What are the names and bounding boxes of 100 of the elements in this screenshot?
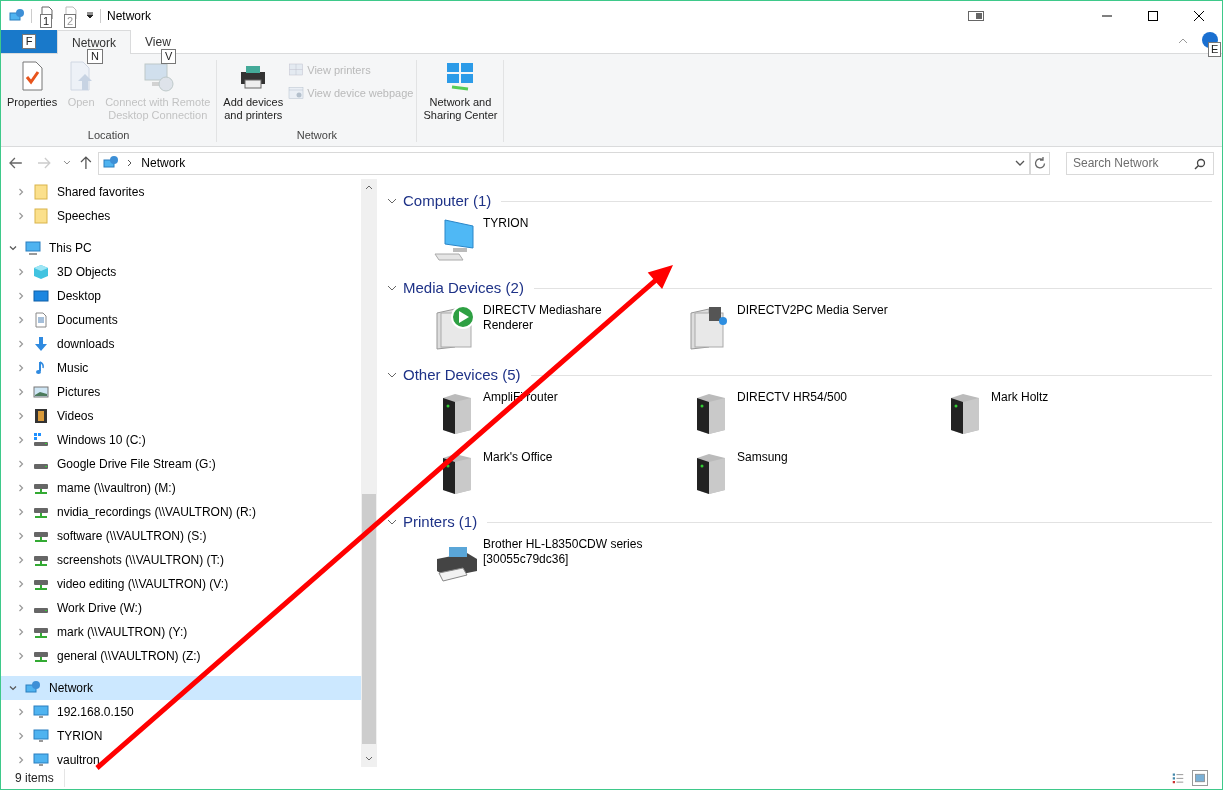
- nav-label: screenshots (\\VAULTRON) (T:): [57, 552, 224, 569]
- nav-item[interactable]: mark (\\VAULTRON) (Y:): [1, 620, 361, 644]
- chevron-right-icon[interactable]: [17, 708, 25, 716]
- nav-item[interactable]: 192.168.0.150: [1, 700, 361, 724]
- chevron-right-icon[interactable]: [17, 604, 25, 612]
- chevron-right-icon[interactable]: [17, 340, 25, 348]
- nav-item[interactable]: Documents: [1, 308, 361, 332]
- nav-label: general (\\VAULTRON) (Z:): [57, 648, 201, 665]
- ribbon-button[interactable]: Network and Sharing Center: [420, 60, 501, 122]
- device-item[interactable]: TYRION: [433, 216, 687, 276]
- device-item[interactable]: DIRECTV2PC Media Server: [687, 303, 941, 363]
- chevron-right-icon[interactable]: [17, 460, 25, 468]
- chevron-right-icon[interactable]: [17, 652, 25, 660]
- forward-arrow-icon[interactable]: [36, 157, 51, 169]
- chevron-down-icon[interactable]: [9, 684, 17, 692]
- file-tab[interactable]: F: [1, 30, 57, 53]
- search-field[interactable]: Search Network: [1066, 151, 1214, 175]
- nav-item[interactable]: TYRION: [1, 724, 361, 748]
- group-header[interactable]: Other Devices (5): [403, 363, 521, 387]
- desktop-icon: [33, 288, 49, 304]
- group-header[interactable]: Media Devices (2): [403, 276, 524, 300]
- chevron-right-icon[interactable]: [17, 732, 25, 740]
- nav-item[interactable]: screenshots (\\VAULTRON) (T:): [1, 548, 361, 572]
- nav-item[interactable]: Windows 10 (C:): [1, 428, 361, 452]
- nav-item[interactable]: software (\\VAULTRON) (S:): [1, 524, 361, 548]
- chevron-right-icon[interactable]: [17, 188, 25, 196]
- collapse-ribbon-icon[interactable]: [1178, 37, 1188, 45]
- chevron-right-icon[interactable]: [17, 436, 25, 444]
- chevron-down-icon[interactable]: [387, 518, 397, 526]
- scroll-down-icon[interactable]: [365, 756, 373, 762]
- ribbon-button[interactable]: Properties: [4, 60, 61, 109]
- chevron-right-icon[interactable]: [17, 556, 25, 564]
- monitor-icon: [33, 728, 49, 744]
- nav-item[interactable]: Speeches: [1, 204, 361, 228]
- nav-label: Network: [49, 680, 93, 697]
- nav-label: Speeches: [57, 208, 111, 225]
- nav-item[interactable]: Music: [1, 356, 361, 380]
- nav-item[interactable]: general (\\VAULTRON) (Z:): [1, 644, 361, 668]
- scrollbar[interactable]: [361, 179, 377, 767]
- device-item[interactable]: DIRECTV HR54/500: [687, 390, 941, 450]
- nav-item[interactable]: vaultron: [1, 748, 361, 767]
- refresh-button[interactable]: [1030, 151, 1050, 175]
- nav-label: 192.168.0.150: [57, 704, 134, 721]
- nav-label: Work Drive (W:): [57, 600, 142, 617]
- device-item[interactable]: Samsung: [687, 450, 941, 510]
- nav-item[interactable]: 3D Objects: [1, 260, 361, 284]
- device-item[interactable]: Mark's Office: [433, 450, 687, 510]
- nav-item[interactable]: Work Drive (W:): [1, 596, 361, 620]
- chevron-right-icon[interactable]: [17, 412, 25, 420]
- group-header[interactable]: Printers (1): [403, 510, 478, 534]
- nav-item[interactable]: video editing (\\VAULTRON) (V:): [1, 572, 361, 596]
- nav-label: Windows 10 (C:): [57, 432, 146, 449]
- nav-item[interactable]: Pictures: [1, 380, 361, 404]
- chevron-right-icon[interactable]: [17, 580, 25, 588]
- dropdown-caret-icon[interactable]: [86, 12, 94, 20]
- device-item[interactable]: Mark Holtz: [941, 390, 1195, 450]
- nav-item[interactable]: nvidia_recordings (\\VAULTRON) (R:): [1, 500, 361, 524]
- chevron-right-icon[interactable]: [17, 532, 25, 540]
- nav-item[interactable]: This PC: [1, 236, 361, 260]
- chevron-right-icon[interactable]: [17, 628, 25, 636]
- refresh-icon: [1034, 157, 1047, 169]
- device-item[interactable]: DIRECTV Mediashare Renderer: [433, 303, 687, 363]
- chevron-right-icon[interactable]: [17, 756, 25, 764]
- chevron-down-icon[interactable]: [387, 284, 397, 292]
- large-icons-view-icon[interactable]: [1192, 770, 1208, 786]
- recent-dropdown-icon[interactable]: [62, 160, 71, 166]
- chevron-down-icon[interactable]: [387, 371, 397, 379]
- tablet-mode-icon[interactable]: [968, 11, 984, 21]
- scroll-up-icon[interactable]: [365, 184, 373, 190]
- group-header[interactable]: Computer (1): [403, 189, 492, 213]
- nav-item[interactable]: Shared favorites: [1, 180, 361, 204]
- keytip: F: [21, 34, 37, 49]
- chevron-right-icon[interactable]: [17, 292, 25, 300]
- chevron-right-icon[interactable]: [17, 212, 25, 220]
- chevron-right-icon[interactable]: [17, 484, 25, 492]
- nav-item[interactable]: mame (\\vaultron) (M:): [1, 476, 361, 500]
- chevron-right-icon[interactable]: [17, 316, 25, 324]
- nav-item[interactable]: Google Drive File Stream (G:): [1, 452, 361, 476]
- ribbon-button[interactable]: Add devices and printers: [220, 60, 287, 122]
- chevron-down-icon[interactable]: [387, 197, 397, 205]
- nav-item[interactable]: Videos: [1, 404, 361, 428]
- device-item[interactable]: Brother HL-L8350CDW series [30055c79dc36]: [433, 537, 687, 597]
- nav-item[interactable]: Desktop: [1, 284, 361, 308]
- up-arrow-icon[interactable]: [80, 156, 93, 170]
- drive-icon: [33, 606, 49, 614]
- back-arrow-icon[interactable]: [9, 157, 23, 169]
- film-icon: [33, 408, 49, 424]
- nav-item[interactable]: Network: [1, 676, 361, 700]
- chevron-right-icon[interactable]: [17, 388, 25, 396]
- address-dropdown-icon[interactable]: [1015, 159, 1026, 167]
- address-field[interactable]: Network: [98, 151, 1031, 175]
- keytip: 1: [40, 14, 53, 28]
- chevron-right-icon[interactable]: [17, 268, 25, 276]
- chevron-down-icon[interactable]: [9, 244, 17, 252]
- chevron-right-icon[interactable]: [17, 508, 25, 516]
- nav-item[interactable]: downloads: [1, 332, 361, 356]
- window-title: Network: [107, 8, 151, 25]
- chevron-right-icon[interactable]: [17, 364, 25, 372]
- scrollbar-thumb[interactable]: [362, 494, 376, 744]
- item-count: 9 items: [15, 769, 65, 787]
